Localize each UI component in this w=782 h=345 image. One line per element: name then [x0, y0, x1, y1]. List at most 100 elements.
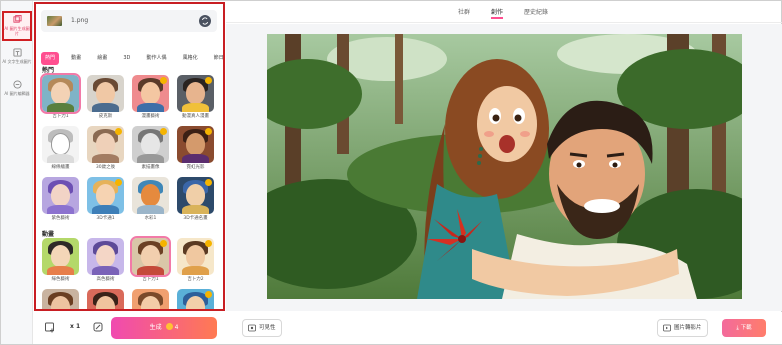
style-thumbnail [87, 177, 124, 214]
section-title: 熱門 [42, 67, 55, 74]
premium-crown-icon [160, 77, 167, 84]
download-button[interactable]: ⤓ 下載 [722, 319, 766, 337]
file-thumbnail [47, 16, 62, 26]
style-card[interactable]: 30歲之後 [87, 126, 124, 170]
rail-item-label: AI 圖片編輯器 [4, 91, 30, 96]
style-card[interactable]: 3D卡通1 [87, 177, 124, 221]
style-panel: 1.png 熱門 動畫 繪畫 3D 動作人偶 風格化 節日 熱門 吉卜力1 皮克… [34, 2, 225, 311]
left-rail: AI 圖片生成圖片 AI 文字生成圖片 AI 圖片編輯器 [1, 1, 33, 344]
category-tab[interactable]: 動畫 [67, 52, 86, 65]
style-card[interactable] [132, 289, 169, 309]
rail-item-image-editor[interactable]: AI 圖片編輯器 [2, 77, 32, 107]
style-card[interactable]: 紫色藝術 [42, 177, 79, 221]
style-thumbnail [42, 177, 79, 214]
style-label: 3D卡通1 [96, 216, 115, 221]
image-edit-icon [12, 80, 22, 89]
style-thumbnail [177, 126, 214, 163]
style-thumbnail [42, 238, 79, 275]
style-thumbnail [87, 126, 124, 163]
style-card[interactable]: 3D卡通名畫 [177, 177, 214, 221]
section-title: 動畫 [42, 231, 55, 238]
style-card[interactable]: 素描畫像 [132, 126, 169, 170]
download-label: 下載 [740, 325, 752, 331]
style-card[interactable]: 漫畫藝術 [132, 75, 169, 119]
style-card[interactable] [87, 289, 124, 309]
style-thumbnail [177, 238, 214, 275]
style-thumbnail [177, 75, 214, 112]
category-tab[interactable]: 3D [119, 52, 135, 65]
output-count[interactable]: x 1 [70, 323, 80, 330]
image-to-video-label: 圖片轉影片 [674, 325, 702, 331]
generate-label: 生成 [149, 324, 162, 331]
style-thumbnail [87, 289, 124, 309]
eye-icon [248, 324, 256, 332]
canvas-area [226, 24, 782, 311]
category-tab[interactable]: 節日 [209, 52, 223, 65]
ghibli-couple-illustration [267, 34, 742, 299]
style-label: 30歲之後 [95, 165, 116, 170]
style-card[interactable]: 高色藝術 [87, 238, 124, 282]
style-label: 紫色藝術 [51, 216, 70, 221]
style-label: 吉卜力1 [142, 277, 159, 282]
style-card[interactable]: 綠色藝術 [42, 238, 79, 282]
style-card[interactable]: 吉卜力1 [130, 236, 171, 282]
category-tab[interactable]: 繪畫 [93, 52, 112, 65]
style-card[interactable]: 水彩1 [132, 177, 169, 221]
swap-icon[interactable] [199, 15, 211, 27]
video-icon [663, 324, 671, 332]
style-label: 3D卡通名畫 [183, 216, 208, 221]
generated-image[interactable] [267, 34, 742, 299]
style-card[interactable]: 皮克斯 [87, 75, 124, 119]
style-thumbnail [87, 238, 124, 275]
main-area: 社群 創作 歷史紀錄 可見性 圖片轉影片 ⤓ 下載 [226, 1, 782, 344]
style-card[interactable]: 動漫真人漫畫 [177, 75, 214, 119]
premium-crown-icon [115, 128, 122, 135]
style-thumbnail [42, 289, 79, 309]
premium-crown-icon [205, 77, 212, 84]
reference-image-icon[interactable] [92, 321, 104, 333]
style-label: 線條繪畫 [51, 165, 70, 170]
uploaded-file-row[interactable]: 1.png [41, 10, 217, 32]
style-thumbnail [42, 126, 79, 163]
style-thumbnail [132, 177, 169, 214]
tab-community[interactable]: 社群 [458, 7, 470, 16]
premium-crown-icon [160, 240, 167, 247]
style-label: 水彩1 [144, 216, 157, 221]
premium-crown-icon [205, 291, 212, 298]
visibility-button[interactable]: 可見性 [242, 319, 282, 337]
style-card[interactable]: 線條繪畫 [42, 126, 79, 170]
rail-item-text-to-image[interactable]: AI 文字生成圖片 [2, 45, 32, 75]
style-thumbnail [132, 289, 169, 309]
category-tab[interactable]: 熱門 [41, 52, 60, 65]
text-image-icon [12, 48, 22, 57]
premium-crown-icon [115, 179, 122, 186]
style-label: 素描畫像 [141, 165, 160, 170]
style-card[interactable]: 吉卜力1 [40, 73, 81, 119]
main-tabs: 社群 創作 歷史紀錄 [226, 1, 782, 23]
rail-item-image-to-image[interactable]: AI 圖片生成圖片 [2, 11, 32, 41]
coin-icon [165, 323, 173, 330]
style-label: 皮克斯 [98, 114, 113, 119]
style-label: 吉卜力1 [52, 114, 69, 119]
premium-crown-icon [160, 128, 167, 135]
category-tab[interactable]: 動作人偶 [142, 52, 171, 65]
style-thumbnail [40, 73, 81, 114]
app-window: AI 圖片生成圖片 AI 文字生成圖片 AI 圖片編輯器 1.png 熱門 動畫… [0, 0, 782, 345]
style-label: 霓虹光影 [186, 165, 205, 170]
tab-create[interactable]: 創作 [491, 7, 504, 19]
style-thumbnail [177, 177, 214, 214]
style-card[interactable]: 霓虹光影 [177, 126, 214, 170]
premium-crown-icon [205, 179, 212, 186]
style-label: 高色藝術 [96, 277, 115, 282]
generate-button[interactable]: 生成 4 [111, 317, 217, 339]
image-to-video-button[interactable]: 圖片轉影片 [657, 319, 708, 337]
style-card[interactable] [177, 289, 214, 309]
tab-history[interactable]: 歷史紀錄 [524, 7, 548, 16]
image-stack-icon [12, 15, 22, 23]
category-tab[interactable]: 風格化 [178, 52, 202, 65]
style-card[interactable] [42, 289, 79, 309]
style-card[interactable]: 吉卜力2 [177, 238, 214, 282]
add-image-icon[interactable] [44, 321, 56, 333]
generate-cost: 4 [174, 324, 179, 331]
style-thumbnail [177, 289, 214, 309]
